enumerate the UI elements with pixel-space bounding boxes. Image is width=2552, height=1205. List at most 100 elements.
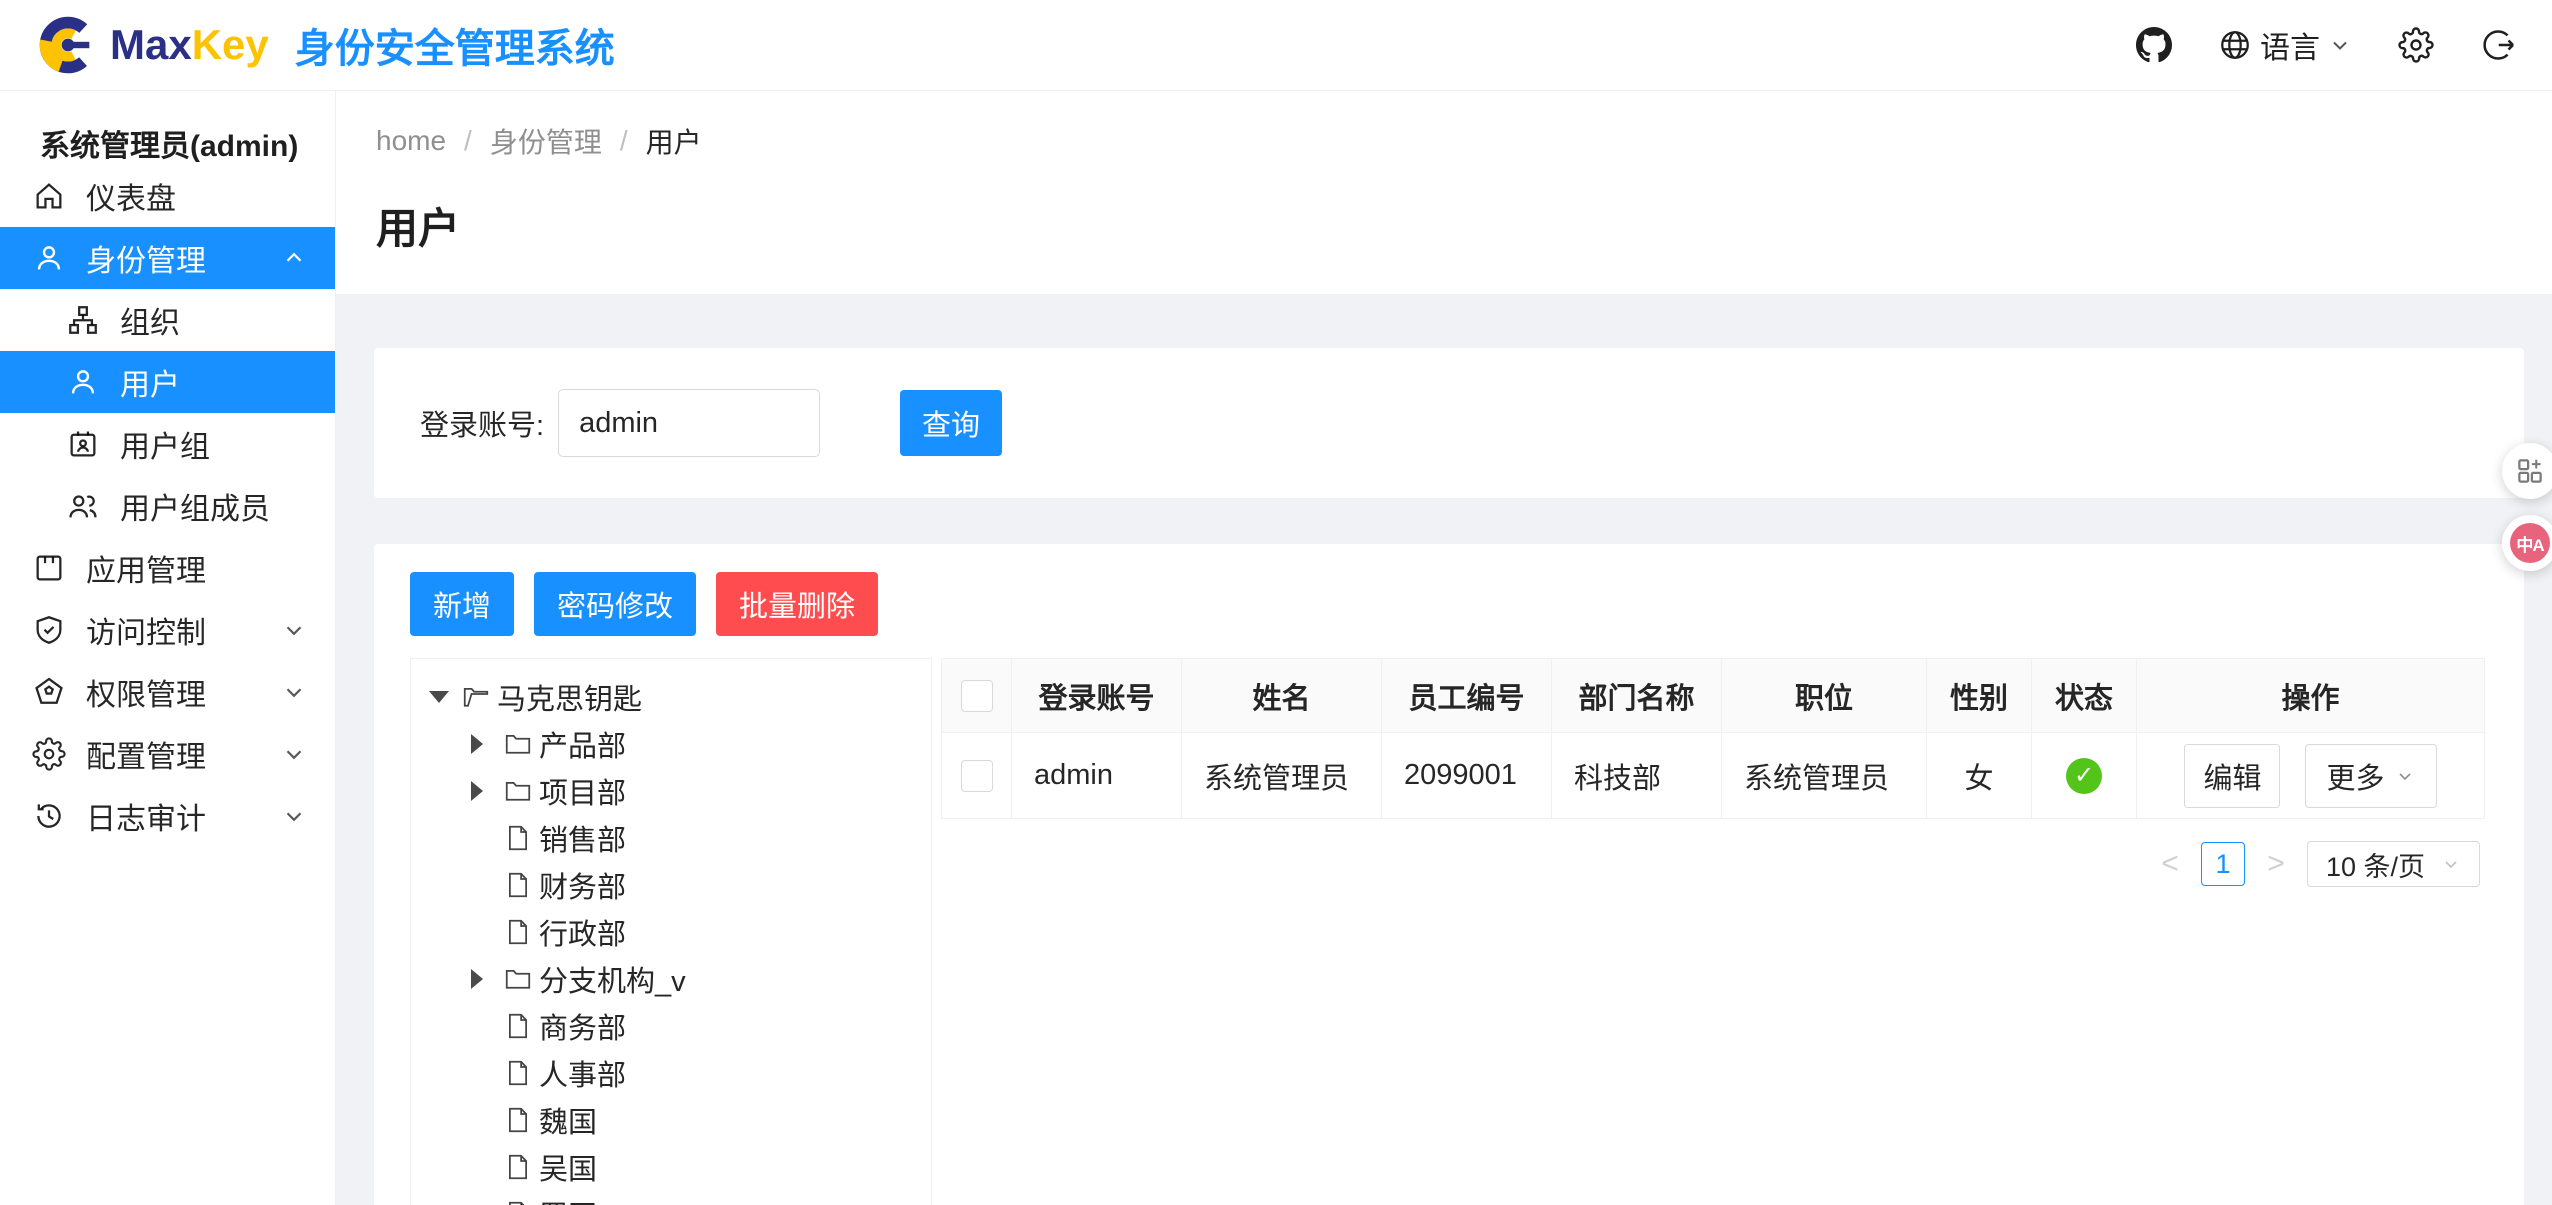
cell-status: ✓: [2032, 733, 2137, 819]
app-title: 身份安全管理系统: [295, 16, 615, 74]
change-password-button[interactable]: 密码修改: [534, 572, 696, 636]
status-enabled-icon: ✓: [2066, 758, 2102, 794]
folder-icon: [503, 729, 533, 759]
tree-node[interactable]: 商务部: [411, 1002, 931, 1049]
history-clock-icon: [32, 799, 66, 833]
sidebar: 系统管理员(admin) 仪表盘 身份管理 组织 用户 用户组 用户组成员: [0, 91, 336, 1205]
folder-open-icon: [461, 682, 491, 712]
current-user-label: 系统管理员(admin): [0, 91, 335, 161]
caret-right-icon[interactable]: [471, 734, 503, 754]
caret-right-icon[interactable]: [471, 969, 503, 989]
caret-right-icon[interactable]: [471, 781, 503, 801]
sidebar-item-users[interactable]: 用户: [0, 351, 335, 413]
pagination: < 1 > 10 条/页: [941, 841, 2488, 887]
brand-name: MaxKey: [110, 21, 269, 69]
file-icon: [503, 1058, 533, 1088]
cell-name: 系统管理员: [1182, 733, 1382, 819]
gear-icon: [2398, 27, 2434, 63]
add-button[interactable]: 新增: [410, 572, 514, 636]
breadcrumb: home / 身份管理 / 用户: [376, 121, 2512, 161]
app-header: MaxKey 身份安全管理系统 语言: [0, 0, 2552, 91]
team-icon: [66, 489, 100, 523]
tree-node[interactable]: 分支机构_v: [411, 955, 931, 1002]
language-label: 语言: [2260, 23, 2320, 67]
search-panel: 登录账号: 查询: [374, 348, 2524, 498]
chevron-down-icon: [2441, 854, 2461, 874]
sidebar-item-access-control[interactable]: 访问控制: [0, 599, 335, 661]
breadcrumb-separator: /: [620, 125, 628, 157]
tree-node[interactable]: 产品部: [411, 720, 931, 767]
tree-node[interactable]: 财务部: [411, 861, 931, 908]
language-switcher[interactable]: 语言: [2218, 23, 2352, 67]
sidebar-item-user-groups[interactable]: 用户组: [0, 413, 335, 475]
breadcrumb-separator: /: [464, 125, 472, 157]
col-status: 状态: [2032, 659, 2137, 733]
tree-node[interactable]: 行政部: [411, 908, 931, 955]
sidebar-item-log-audit[interactable]: 日志审计: [0, 785, 335, 847]
tree-node[interactable]: 项目部: [411, 767, 931, 814]
toolbar: 新增 密码修改 批量删除: [410, 572, 2488, 636]
query-button[interactable]: 查询: [900, 390, 1002, 456]
breadcrumb-identity[interactable]: 身份管理: [490, 121, 602, 161]
tree-node[interactable]: 吴国: [411, 1143, 931, 1190]
logout-button[interactable]: [2480, 27, 2516, 63]
users-table: 登录账号 姓名 员工编号 部门名称 职位 性别 状态 操作: [941, 658, 2485, 819]
sidebar-item-identity-management[interactable]: 身份管理: [0, 227, 335, 289]
sidebar-item-organization[interactable]: 组织: [0, 289, 335, 351]
sidebar-item-config-management[interactable]: 配置管理: [0, 723, 335, 785]
translate-icon: 中A: [2510, 523, 2550, 563]
row-checkbox[interactable]: [961, 760, 993, 792]
table-header-row: 登录账号 姓名 员工编号 部门名称 职位 性别 状态 操作: [942, 659, 2485, 733]
tree-node[interactable]: 魏国: [411, 1096, 931, 1143]
breadcrumb-home[interactable]: home: [376, 125, 446, 157]
caret-down-icon[interactable]: [429, 691, 461, 703]
col-name: 姓名: [1182, 659, 1382, 733]
file-icon: [503, 1199, 533, 1205]
brand-logo[interactable]: MaxKey 身份安全管理系统: [36, 13, 615, 77]
file-icon: [503, 917, 533, 947]
login-account-label: 登录账号:: [420, 402, 544, 444]
cell-department: 科技部: [1552, 733, 1722, 819]
chevron-down-icon: [2328, 33, 2352, 57]
tree-node[interactable]: 蜀国: [411, 1190, 931, 1205]
sidebar-item-group-members[interactable]: 用户组成员: [0, 475, 335, 537]
chevron-down-icon: [281, 803, 307, 829]
login-account-input[interactable]: [558, 389, 820, 457]
next-page-button[interactable]: >: [2261, 847, 2291, 881]
extension-widget-button[interactable]: [2502, 443, 2552, 499]
batch-delete-button[interactable]: 批量删除: [716, 572, 878, 636]
tree-node[interactable]: 销售部: [411, 814, 931, 861]
chevron-down-icon: [281, 617, 307, 643]
main-area: home / 身份管理 / 用户 用户 登录账号: 查询 新增 密码修改 批量删…: [336, 91, 2552, 1205]
col-actions: 操作: [2137, 659, 2485, 733]
folder-icon: [503, 964, 533, 994]
page-header: home / 身份管理 / 用户 用户: [336, 91, 2552, 294]
settings-button[interactable]: [2398, 27, 2434, 63]
logout-icon: [2480, 27, 2516, 63]
col-department: 部门名称: [1552, 659, 1722, 733]
org-cluster-icon: [66, 303, 100, 337]
prev-page-button[interactable]: <: [2155, 847, 2185, 881]
edit-button[interactable]: 编辑: [2184, 744, 2280, 808]
page-size-select[interactable]: 10 条/页: [2307, 841, 2480, 887]
cell-position: 系统管理员: [1722, 733, 1927, 819]
chevron-down-icon: [281, 741, 307, 767]
github-button[interactable]: [2136, 27, 2172, 63]
cell-employee-id: 2099001: [1382, 733, 1552, 819]
users-table-wrap: 登录账号 姓名 员工编号 部门名称 职位 性别 状态 操作: [941, 658, 2488, 887]
chevron-down-icon: [281, 679, 307, 705]
page-1-button[interactable]: 1: [2201, 842, 2245, 886]
sidebar-item-app-management[interactable]: 应用管理: [0, 537, 335, 599]
idcard-icon: [66, 427, 100, 461]
globe-icon: [2218, 28, 2252, 62]
header-checkbox-cell: [942, 659, 1012, 733]
translate-widget-button[interactable]: 中A: [2502, 515, 2552, 571]
sidebar-item-dashboard[interactable]: 仪表盘: [0, 165, 335, 227]
tree-node-root[interactable]: 马克思钥匙: [411, 673, 931, 720]
more-button[interactable]: 更多: [2305, 744, 2437, 808]
cell-gender: 女: [1927, 733, 2032, 819]
sidebar-item-permission-management[interactable]: 权限管理: [0, 661, 335, 723]
tree-node[interactable]: 人事部: [411, 1049, 931, 1096]
select-all-checkbox[interactable]: [961, 680, 993, 712]
file-icon: [503, 1105, 533, 1135]
